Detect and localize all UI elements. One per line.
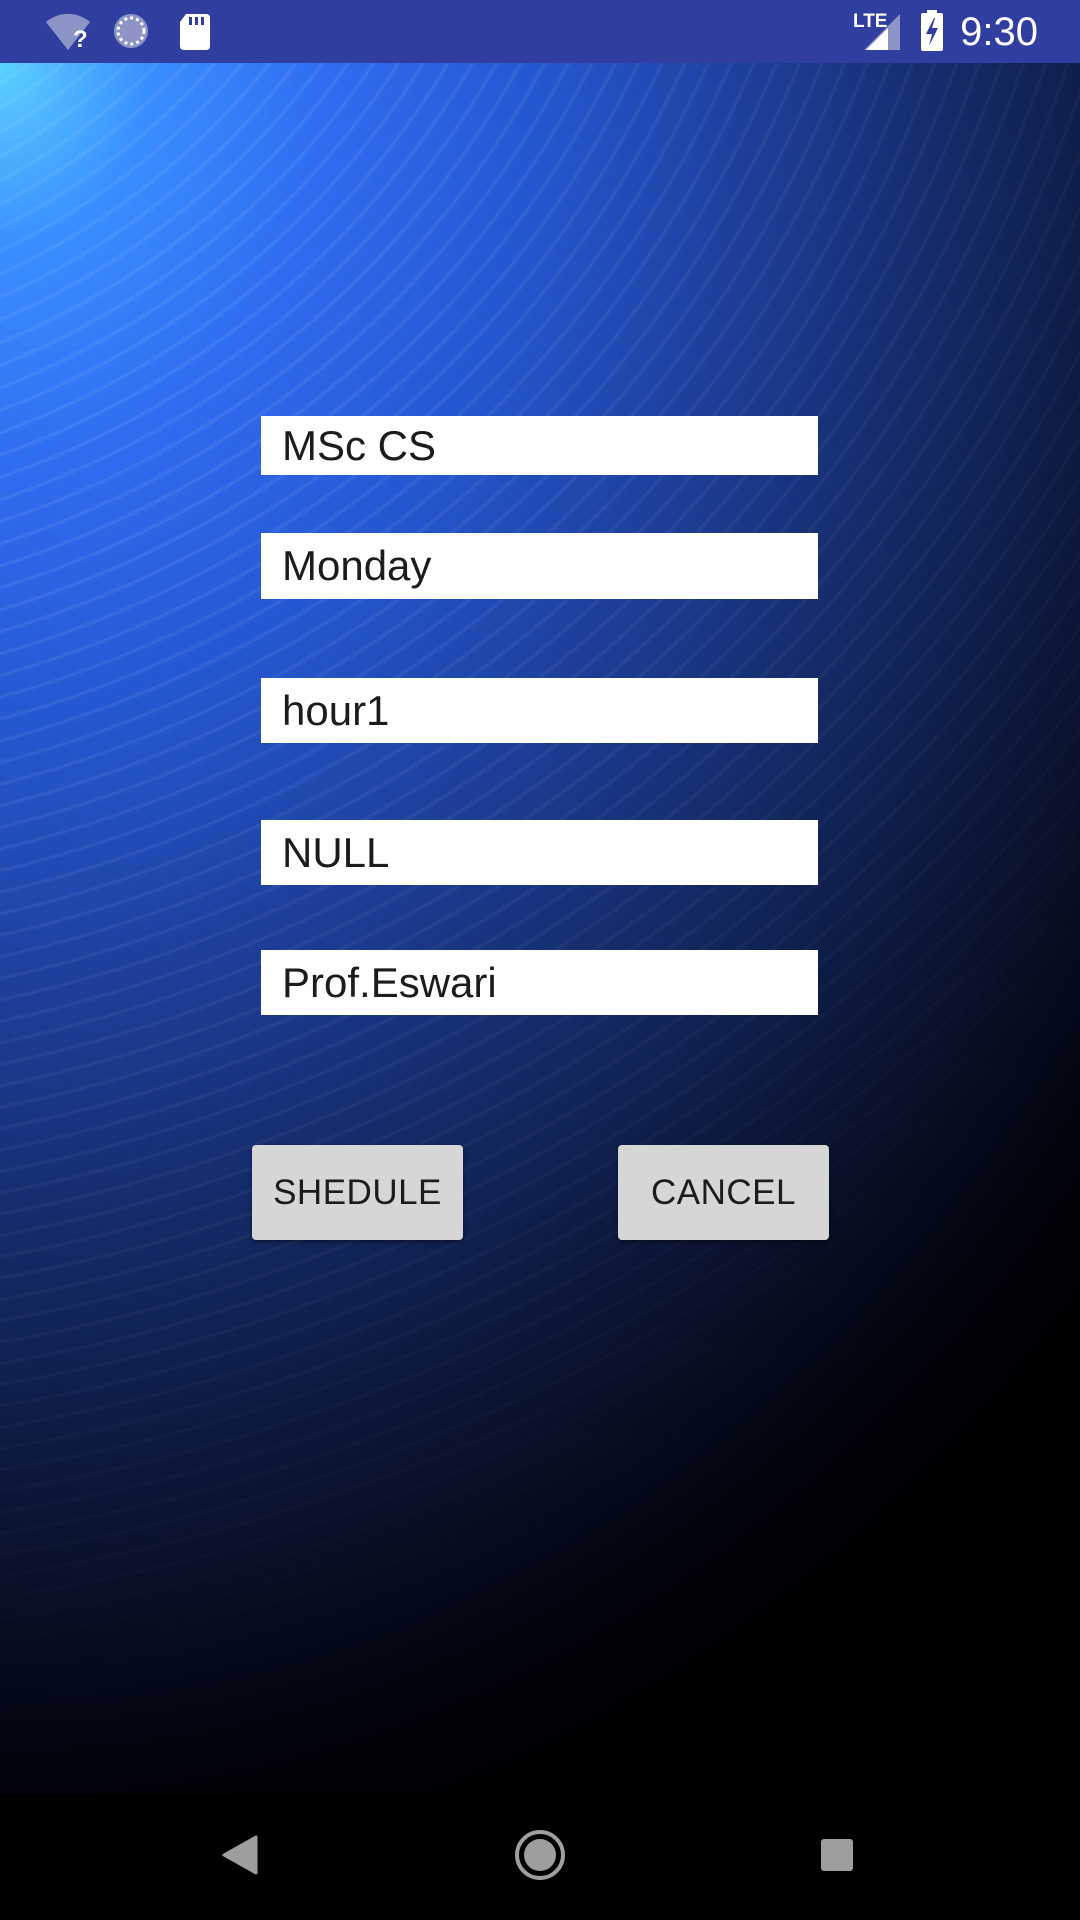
subject-field[interactable]: NULL [261, 820, 818, 885]
navigation-bar [0, 1794, 1080, 1920]
background-ripples [0, 63, 1080, 1794]
svg-text:?: ? [73, 26, 88, 53]
signal-icon [862, 0, 902, 68]
schedule-form-screen: MSc CS Monday hour1 NULL Prof.Eswari SHE… [0, 63, 1080, 1794]
day-field[interactable]: Monday [261, 533, 818, 599]
status-bar: ? LTE 9:30 [0, 0, 1080, 63]
screen: ? LTE 9:30 MSc CS Monday hour1 NULL Prof… [0, 0, 1080, 1920]
back-button[interactable] [200, 1794, 280, 1920]
home-icon [513, 1828, 567, 1887]
clock: 9:30 [960, 10, 1038, 54]
wifi-unknown-icon: ? [44, 0, 94, 68]
sd-card-icon [176, 0, 216, 68]
course-field[interactable]: MSc CS [261, 416, 818, 475]
recents-button[interactable] [797, 1794, 877, 1920]
home-button[interactable] [500, 1794, 580, 1920]
back-icon [220, 1833, 260, 1882]
battery-charging-icon [918, 0, 948, 68]
sync-icon [110, 0, 154, 68]
staff-field[interactable]: Prof.Eswari [261, 950, 818, 1015]
cancel-button[interactable]: CANCEL [618, 1145, 829, 1240]
recents-icon [819, 1837, 855, 1878]
schedule-button[interactable]: SHEDULE [252, 1145, 463, 1240]
hour-field[interactable]: hour1 [261, 678, 818, 743]
